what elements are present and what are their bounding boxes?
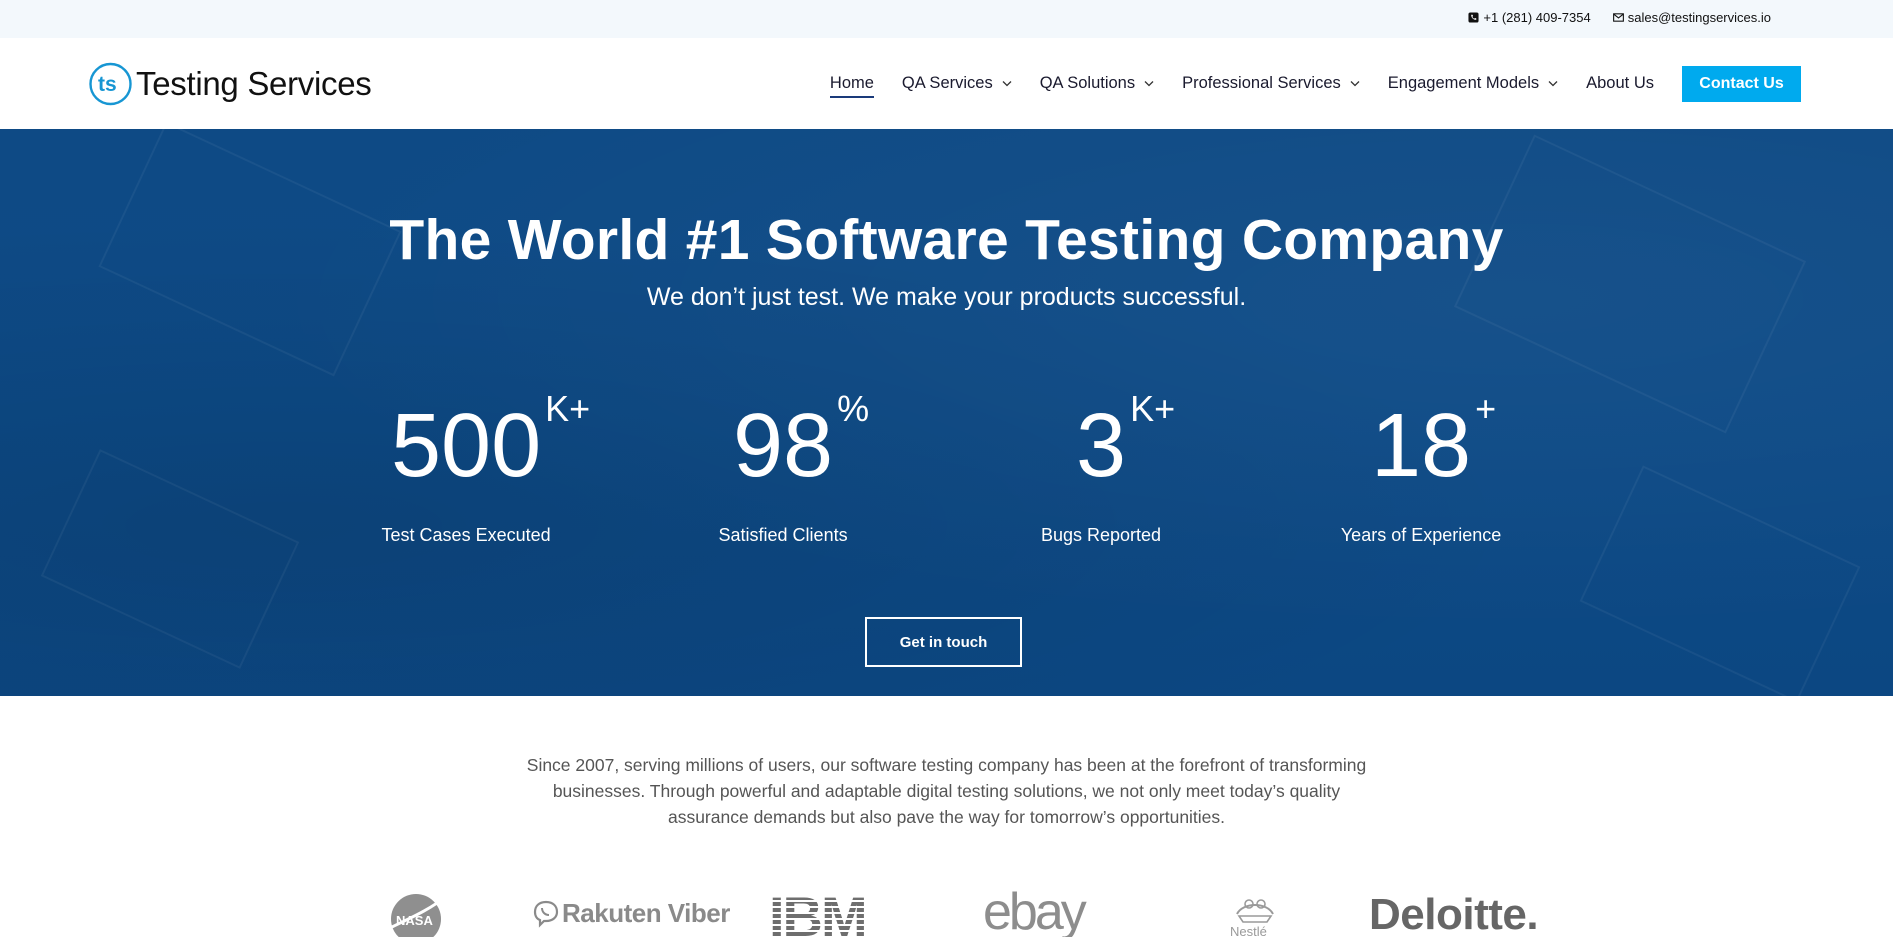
stat-suffix: + bbox=[1475, 388, 1497, 429]
ebay-logo: ebay bbox=[983, 884, 1087, 937]
stat-value: 3 K+ bbox=[1076, 391, 1175, 492]
stat-number: 98 bbox=[733, 396, 834, 496]
chevron-down-icon bbox=[1144, 81, 1154, 87]
email-link[interactable]: sales@testingservices.io bbox=[1612, 10, 1771, 25]
stat-number: 500 bbox=[391, 396, 542, 496]
site-logo[interactable]: ts Testing Services bbox=[88, 60, 372, 108]
stat-number: 18 bbox=[1371, 396, 1472, 496]
viber-phone-icon bbox=[533, 900, 559, 928]
background-decoration bbox=[1579, 465, 1861, 696]
phone-link[interactable]: +1 (281) 409-7354 bbox=[1468, 10, 1591, 25]
brand-name: Nestlé bbox=[1230, 924, 1267, 937]
nav-professional-services[interactable]: Professional Services bbox=[1182, 74, 1360, 93]
nestle-nest-icon: Nestlé bbox=[1230, 899, 1274, 937]
brand-name: IBM bbox=[769, 890, 866, 937]
stat-bugs-reported: 3 K+ Bugs Reported bbox=[1041, 391, 1175, 546]
stat-value: 98% bbox=[733, 391, 869, 492]
stat-suffix: K+ bbox=[1130, 388, 1176, 429]
brand-name: Rakuten Viber bbox=[562, 898, 730, 928]
client-logos: NASA Rakuten Viber IBM ebay Nestlé Deloi… bbox=[0, 884, 1893, 937]
phone-number: +1 (281) 409-7354 bbox=[1483, 10, 1591, 25]
hero-title: The World #1 Software Testing Company bbox=[389, 208, 1504, 272]
nav-label: QA Solutions bbox=[1039, 74, 1136, 92]
deloitte-logo: Deloitte. bbox=[1369, 890, 1539, 937]
svg-text:ts: ts bbox=[98, 73, 117, 96]
stat-label: Years of Experience bbox=[1340, 525, 1502, 545]
chevron-down-icon bbox=[1002, 81, 1012, 87]
nestle-logo: Nestlé bbox=[1229, 890, 1281, 937]
stat-number: 3 bbox=[1076, 396, 1127, 496]
logo-text: Testing Services bbox=[136, 65, 372, 102]
contact-us-button[interactable]: Contact Us bbox=[1682, 65, 1801, 102]
stat-suffix: % bbox=[837, 388, 870, 429]
hero-section: The World #1 Software Testing Company We… bbox=[0, 129, 1893, 696]
ts-logo-icon: ts bbox=[89, 62, 132, 106]
hero-subtitle: We don’t just test. We make your product… bbox=[646, 283, 1247, 311]
intro-paragraph: Since 2007, serving millions of users, o… bbox=[526, 755, 1367, 827]
chevron-down-icon bbox=[1548, 81, 1558, 87]
stat-value: 500 K+ bbox=[391, 391, 590, 492]
nav-qa-solutions[interactable]: QA Solutions bbox=[1040, 74, 1154, 93]
nav-engagement-models[interactable]: Engagement Models bbox=[1388, 74, 1558, 93]
stat-label: Satisfied Clients bbox=[718, 525, 848, 545]
phone-icon bbox=[1468, 12, 1479, 23]
background-decoration bbox=[40, 449, 300, 669]
nasa-logo-icon: NASA bbox=[391, 893, 449, 937]
ibm-logo-icon: IBM bbox=[769, 885, 868, 937]
nav-about-us[interactable]: About Us bbox=[1586, 74, 1654, 93]
email-address: sales@testingservices.io bbox=[1627, 10, 1771, 25]
stat-years-experience: 18 + Years of Experience bbox=[1341, 391, 1501, 546]
main-nav: Home QA Services QA Solutions Profession… bbox=[802, 38, 1801, 129]
nav-label: Engagement Models bbox=[1387, 74, 1540, 92]
brand-name: NASA bbox=[396, 913, 433, 928]
contact-info: +1 (281) 409-7354 sales@testingservices.… bbox=[1468, 10, 1771, 25]
envelope-icon bbox=[1612, 13, 1624, 22]
top-contact-bar: +1 (281) 409-7354 sales@testingservices.… bbox=[0, 0, 1893, 38]
rakuten-viber-logo: Rakuten Viber bbox=[533, 898, 730, 929]
get-in-touch-button[interactable]: Get in touch bbox=[865, 617, 1022, 667]
ibm-logo: IBM bbox=[769, 885, 901, 937]
nav-qa-services[interactable]: QA Services bbox=[902, 74, 1012, 93]
site-header: ts Testing Services Home QA Services QA … bbox=[0, 38, 1893, 129]
chevron-down-icon bbox=[1350, 81, 1360, 87]
nav-home[interactable]: Home bbox=[829, 74, 874, 98]
nav-label: QA Services bbox=[901, 74, 993, 92]
stat-suffix: K+ bbox=[545, 388, 591, 429]
stat-label: Test Cases Executed bbox=[381, 525, 551, 545]
stat-satisfied-clients: 98% Satisfied Clients bbox=[719, 391, 870, 546]
stat-test-cases: 500 K+ Test Cases Executed bbox=[382, 391, 591, 546]
nav-label: About Us bbox=[1586, 74, 1654, 92]
nasa-logo: NASA bbox=[388, 891, 450, 937]
nav-label: Home bbox=[829, 74, 874, 92]
nav-label: Professional Services bbox=[1182, 74, 1341, 92]
stat-label: Bugs Reported bbox=[1040, 525, 1162, 545]
stat-value: 18 + bbox=[1371, 391, 1496, 492]
